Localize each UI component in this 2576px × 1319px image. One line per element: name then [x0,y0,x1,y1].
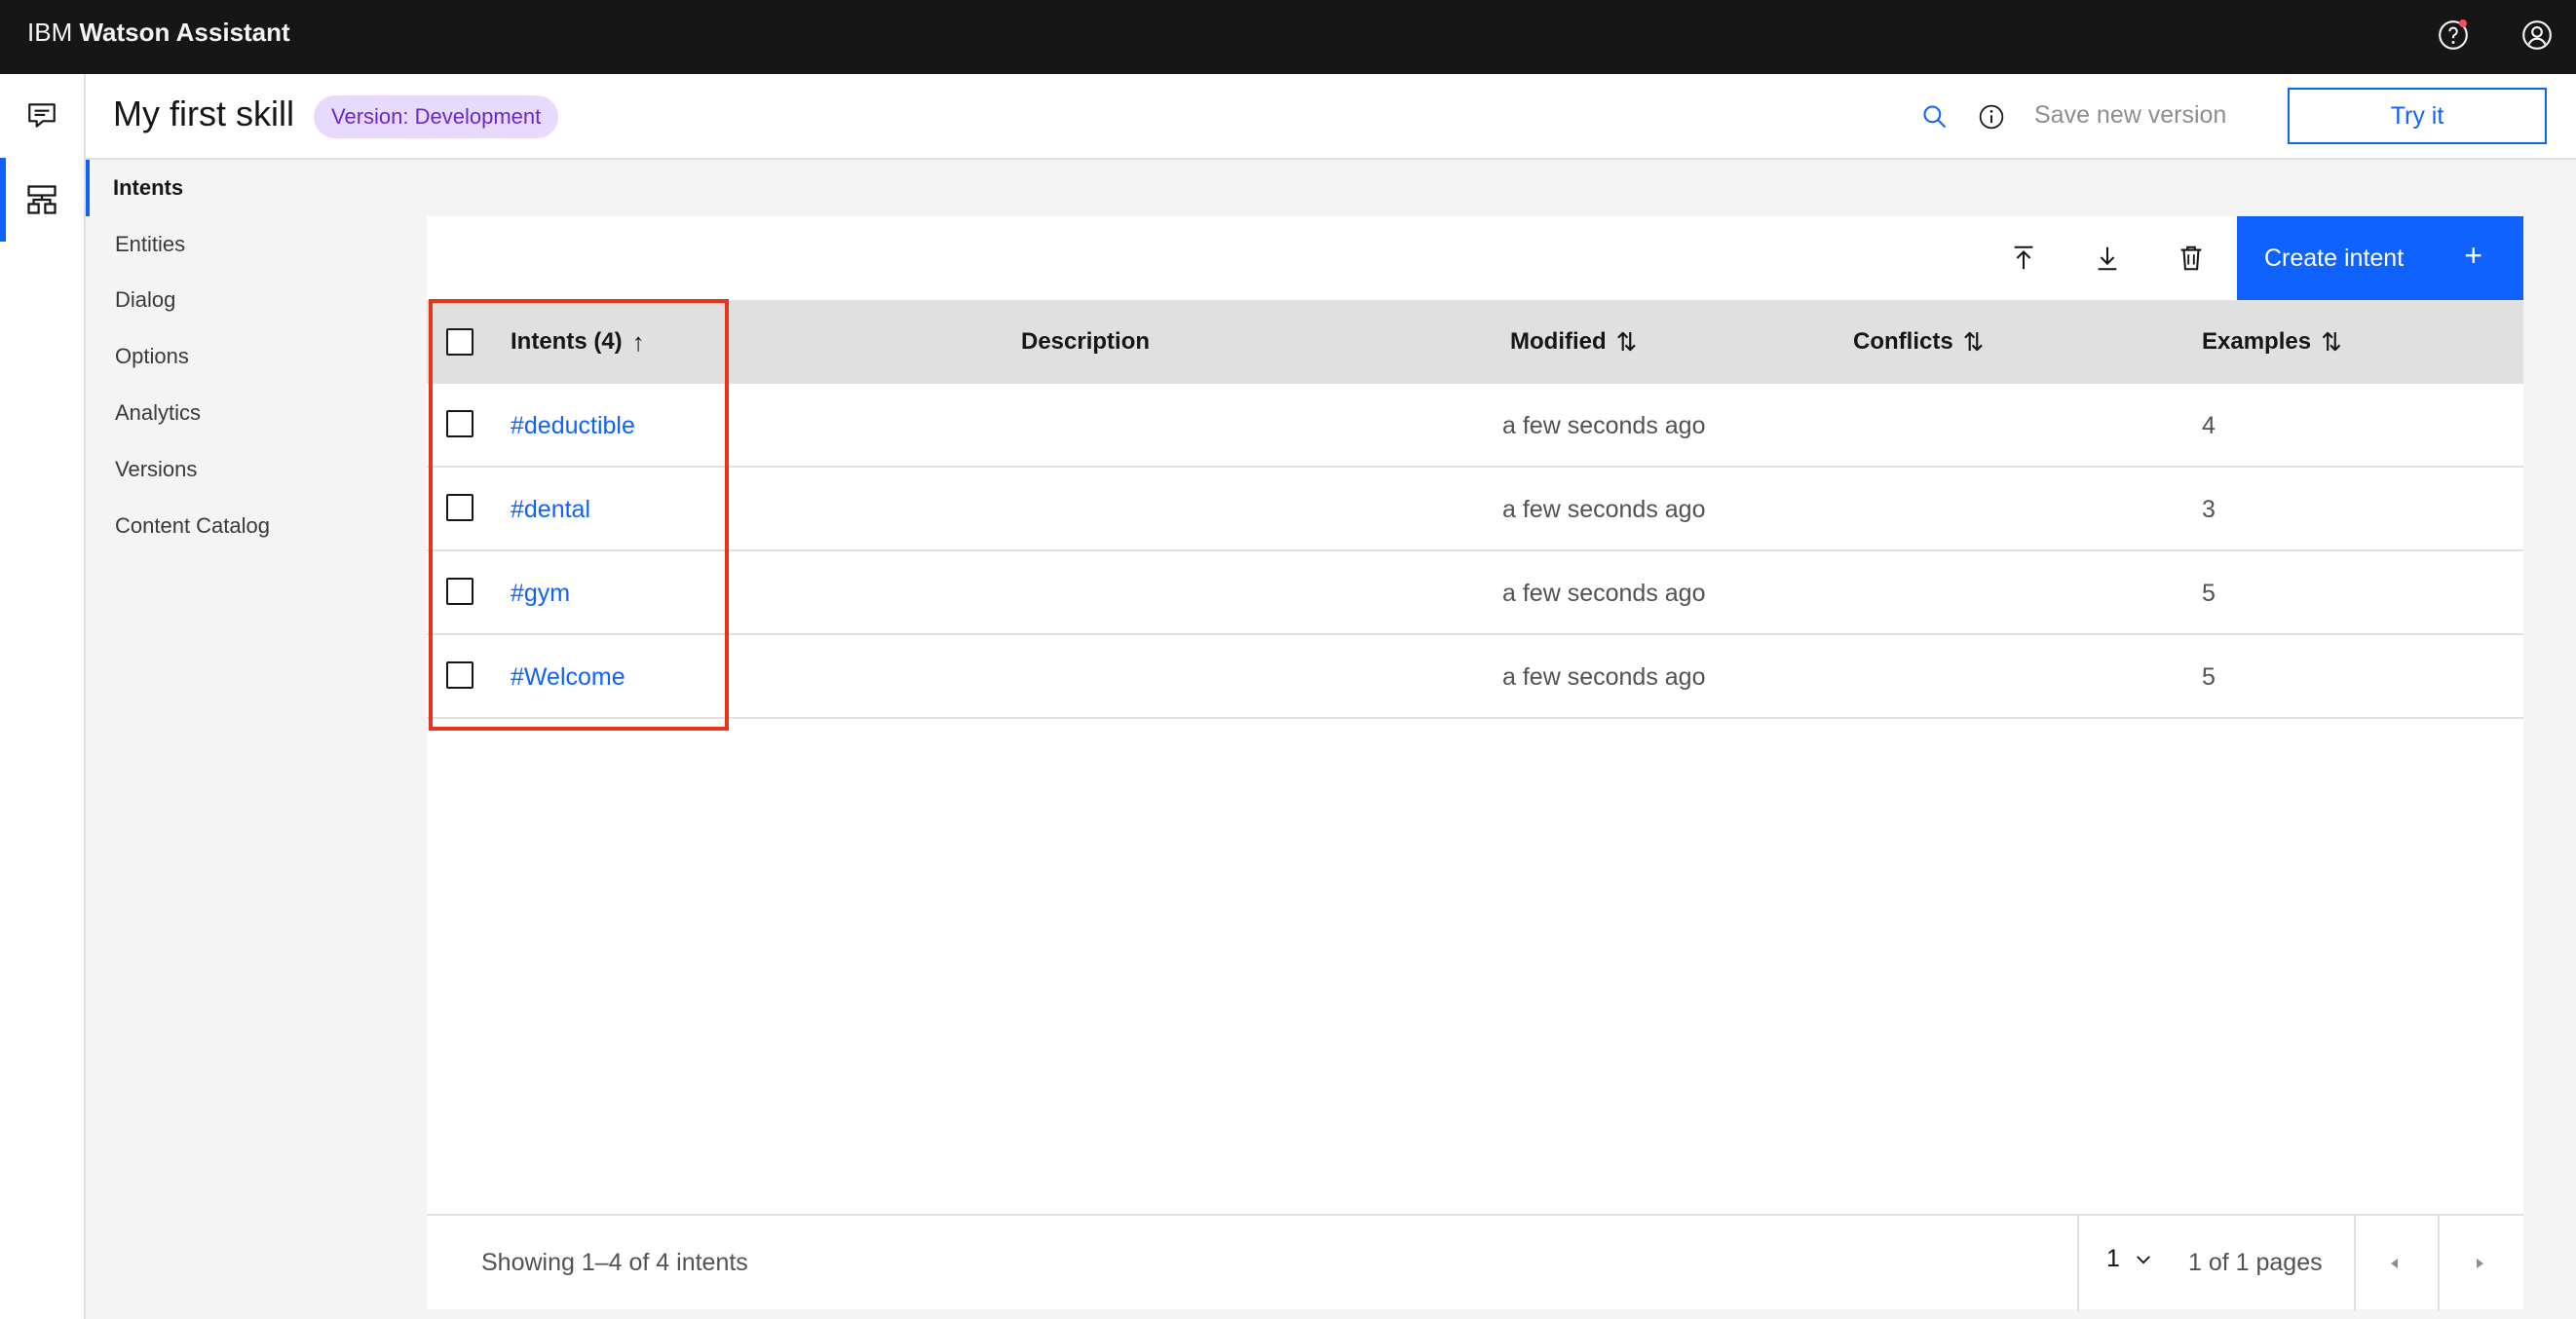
table-row[interactable]: #gym a few seconds ago 5 [427,551,2523,635]
nav-item-options[interactable]: Options [86,328,417,385]
intent-name-link[interactable]: #gym [511,551,570,635]
left-rail [0,74,86,1319]
pagination-divider [2077,1216,2079,1311]
modified-cell: a few seconds ago [1502,662,1706,691]
version-badge: Version: Development [314,95,559,138]
select-all-checkbox[interactable] [446,328,474,356]
examples-cell: 3 [2202,495,2216,523]
modified-cell: a few seconds ago [1502,411,1706,439]
brand-ibm: IBM [27,18,73,47]
caret-right-icon [2477,1259,2483,1268]
skill-header: My first skill Version: Development Save… [86,74,2576,160]
delete-intents-button[interactable] [2169,236,2214,281]
nav-item-versions[interactable]: Versions [86,441,417,498]
sort-ascending-icon: ↑ [631,326,645,357]
info-button[interactable] [1972,97,2011,136]
caret-left-icon [2391,1259,2398,1268]
user-profile-button[interactable] [2516,14,2558,57]
pagination-bar: Showing 1–4 of 4 intents 1 1 of 1 pages [427,1214,2523,1311]
info-icon [1979,104,2004,130]
modified-cell: a few seconds ago [1502,579,1706,607]
nav-item-analytics[interactable]: Analytics [86,385,417,441]
next-page-button[interactable] [2455,1239,2504,1288]
download-intents-button[interactable] [2085,236,2130,281]
table-row[interactable]: #deductible a few seconds ago 4 [427,384,2523,468]
table-toolbar: Create intent + [427,216,2523,300]
upload-icon [2014,245,2033,270]
header-conflicts-label: Conflicts [1853,328,1953,355]
brand-product: Watson Assistant [79,18,290,47]
intent-name-link[interactable]: #Welcome [511,635,625,719]
notification-dot [2459,19,2467,27]
user-avatar-icon [2522,20,2552,50]
pagination-summary: Showing 1–4 of 4 intents [481,1249,748,1276]
search-button[interactable] [1915,97,1954,136]
rail-item-skills[interactable] [0,158,84,242]
row-checkbox[interactable] [446,494,474,521]
header-examples[interactable]: Examples ⇅ [2202,300,2342,384]
examples-cell: 4 [2202,411,2216,439]
top-header: IBM Watson Assistant [0,0,2576,74]
page-select-value: 1 [2106,1245,2120,1272]
table-header-row: Intents (4) ↑ Description Modified ⇅ Con… [427,300,2523,384]
skills-icon [27,185,57,214]
upload-intents-button[interactable] [2001,236,2046,281]
page-count: 1 of 1 pages [2188,1249,2323,1276]
header-description: Description [1021,328,1151,355]
header-examples-label: Examples [2202,328,2312,355]
page-select[interactable]: 1 [2106,1245,2153,1273]
search-icon [1923,105,1947,129]
table-row[interactable]: #dental a few seconds ago 3 [427,468,2523,551]
chevron-down-icon [2136,1255,2150,1263]
save-new-version-button[interactable]: Save new version [2034,101,2226,130]
nav-item-content-catalog[interactable]: Content Catalog [86,498,417,554]
create-intent-button[interactable]: Create intent + [2237,216,2523,300]
try-it-button[interactable]: Try it [2288,88,2547,144]
help-button[interactable] [2432,14,2475,57]
nav-item-dialog[interactable]: Dialog [86,272,417,328]
header-modified[interactable]: Modified ⇅ [1510,300,1637,384]
nav-item-entities[interactable]: Entities [86,216,417,273]
previous-page-button[interactable] [2370,1239,2419,1288]
header-intents-label: Intents (4) [511,328,623,355]
table-row[interactable]: #Welcome a few seconds ago 5 [427,635,2523,719]
intents-table-card: Create intent + Intents (4) ↑ Descriptio… [427,216,2523,1311]
app-brand[interactable]: IBM Watson Assistant [27,18,290,48]
skill-nav: Intents Entities Dialog Options Analytic… [86,160,427,1319]
row-checkbox[interactable] [446,578,474,605]
sort-icon: ⇅ [2321,326,2342,357]
sort-icon: ⇅ [1615,326,1638,357]
intent-name-link[interactable]: #deductible [511,384,635,468]
header-intents[interactable]: Intents (4) ↑ [511,300,645,384]
sort-icon: ⇅ [1962,326,1985,357]
create-intent-label: Create intent [2264,244,2405,272]
intent-name-link[interactable]: #dental [511,468,590,551]
row-checkbox[interactable] [446,661,474,689]
download-icon [2098,246,2117,271]
rail-item-assistants[interactable] [0,74,84,158]
pagination-divider [2354,1216,2356,1311]
plus-icon: + [2464,238,2482,273]
pagination-divider [2438,1216,2440,1311]
header-modified-label: Modified [1510,328,1607,355]
modified-cell: a few seconds ago [1502,495,1706,523]
skill-title: My first skill [113,94,294,133]
chat-icon [28,103,56,128]
examples-cell: 5 [2202,579,2216,607]
row-checkbox[interactable] [446,410,474,437]
examples-cell: 5 [2202,662,2216,691]
header-conflicts[interactable]: Conflicts ⇅ [1853,300,1984,384]
trash-icon [2180,245,2202,271]
nav-item-intents[interactable]: Intents [86,160,417,216]
